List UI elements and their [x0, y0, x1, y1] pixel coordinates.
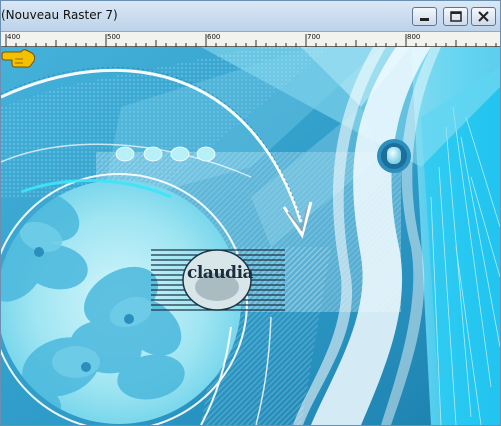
maximize-icon	[450, 11, 462, 22]
close-button[interactable]	[471, 7, 496, 26]
hand-pointing-icon	[1, 49, 36, 68]
ruler-label-400: 400	[7, 33, 21, 41]
minimize-icon	[420, 18, 429, 21]
ruler-label-500: 500	[107, 33, 121, 41]
ruler-label-700: 700	[307, 33, 321, 41]
ruler-label-800: 800	[407, 33, 421, 41]
ruler-ticks	[5, 34, 497, 47]
ruler-label-600: 600	[207, 33, 221, 41]
watermark-text: claudia	[187, 263, 254, 283]
image-canvas[interactable]: claudia	[1, 47, 500, 425]
minimize-button[interactable]	[412, 7, 437, 26]
window-title: (Nouveau Raster 7)	[1, 8, 118, 22]
application-window: (Nouveau Raster 7) 400 500 600 700 800 c…	[0, 0, 501, 426]
close-icon	[478, 11, 489, 22]
canvas-artwork	[1, 47, 500, 425]
maximize-button[interactable]	[443, 7, 468, 26]
horizontal-ruler[interactable]: 400 500 600 700 800	[1, 31, 500, 47]
title-bar[interactable]: (Nouveau Raster 7)	[1, 1, 500, 31]
